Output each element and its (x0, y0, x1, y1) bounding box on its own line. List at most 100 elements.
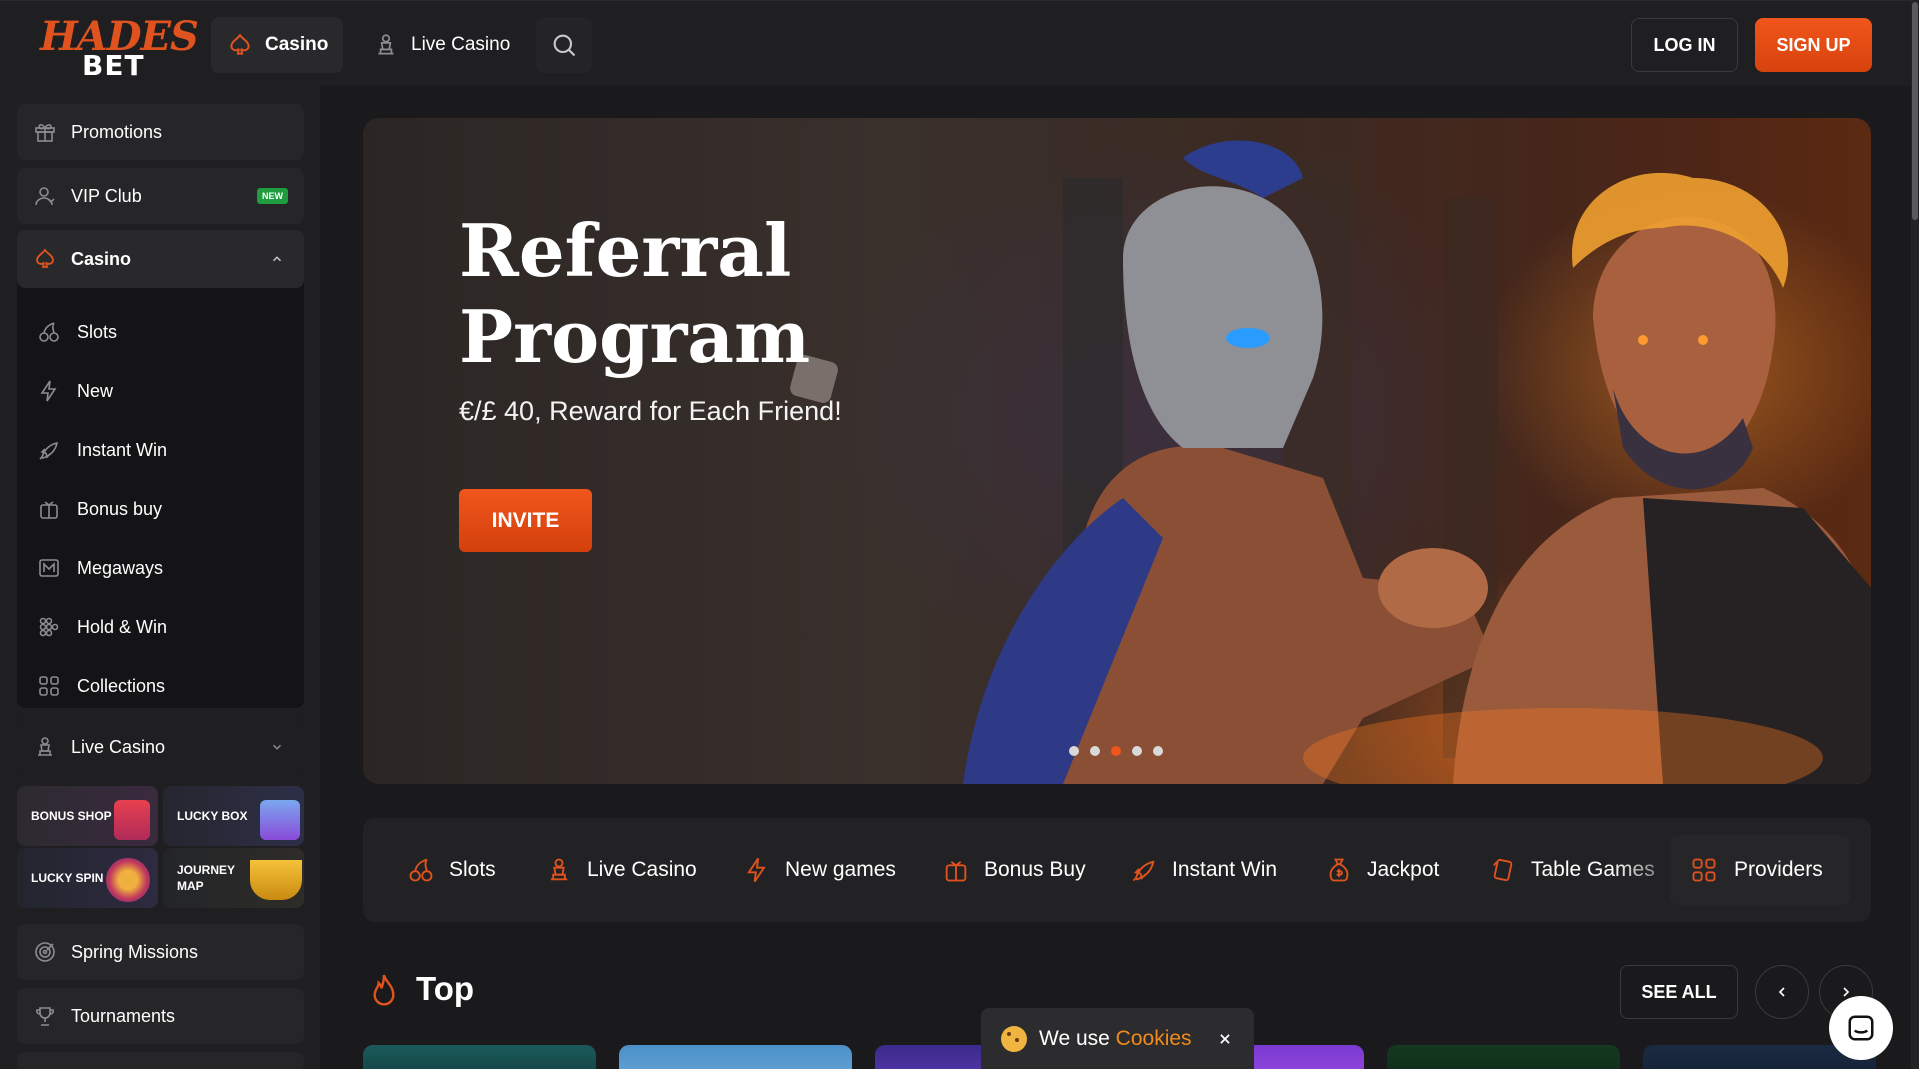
shopping-bag-icon (114, 800, 150, 840)
page-scrollbar-thumb[interactable] (1912, 2, 1918, 220)
carousel-dot[interactable] (1132, 746, 1142, 756)
search-button[interactable] (536, 17, 592, 73)
carousel-dot[interactable] (1090, 746, 1100, 756)
category-bonus-buy[interactable]: Bonus Buy (942, 818, 1086, 922)
rocket-icon (37, 438, 61, 462)
sidebar-item-label: New (77, 380, 114, 401)
journey-map-tile[interactable]: JOURNEY MAP (163, 848, 304, 908)
chat-icon (1846, 1013, 1876, 1043)
category-jackpot[interactable]: Jackpot (1325, 818, 1439, 922)
sidebar-item-label: Instant Win (77, 439, 168, 460)
cookie-link[interactable]: Cookies (1116, 1027, 1192, 1050)
sidebar-item-label: Slots (77, 321, 118, 342)
hero-banner[interactable]: Referral Program €/£ 40, Reward for Each… (363, 118, 1871, 784)
game-card[interactable] (363, 1045, 596, 1069)
carousel-dot[interactable] (1069, 746, 1079, 756)
search-icon (550, 31, 578, 59)
invite-button[interactable]: INVITE (459, 489, 592, 552)
carousel-prev-button[interactable] (1755, 965, 1809, 1019)
gift-icon (942, 856, 970, 884)
hadesbet-logo[interactable]: HADES BET (40, 13, 199, 82)
nav-casino[interactable]: Casino (211, 17, 343, 73)
sidebar-item-label: Hold & Win (77, 616, 168, 637)
spade-icon (227, 32, 253, 58)
carousel-dots (1069, 746, 1163, 756)
flame-icon (368, 972, 400, 1010)
cookie-chip (1007, 1031, 1011, 1036)
hero-title: Referral Program (459, 208, 811, 379)
category-instant-win[interactable]: Instant Win (1130, 818, 1277, 922)
nav-casino-label: Casino (265, 34, 329, 55)
game-card[interactable] (619, 1045, 852, 1069)
category-new-games[interactable]: New games (743, 818, 896, 922)
category-label: Slots (449, 858, 496, 881)
signup-button[interactable]: SIGN UP (1755, 18, 1872, 72)
sidebar-item-bonus-buy[interactable]: Bonus buy (37, 487, 162, 531)
sidebar-item-label: VIP Club (71, 185, 142, 206)
sidebar-item-label: Live Casino (71, 736, 166, 757)
sidebar-item-live-casino[interactable]: Live Casino (17, 719, 304, 775)
sidebar-item-megaways[interactable]: Megaways (37, 546, 163, 590)
megaways-icon (37, 556, 61, 580)
spade-icon (33, 247, 57, 271)
lightning-icon (743, 856, 771, 884)
cherries-icon (407, 856, 435, 884)
chevron-left-icon (1774, 984, 1790, 1000)
sidebar-item-label: Promotions (71, 121, 163, 142)
rocket-icon (1130, 856, 1158, 884)
sidebar-item-tournaments[interactable]: Tournaments (17, 988, 304, 1044)
user-icon (33, 184, 57, 208)
dealer-icon (373, 32, 399, 58)
category-live-casino[interactable]: Live Casino (545, 818, 697, 922)
nav-live-casino[interactable]: Live Casino (357, 17, 527, 73)
gift-icon (33, 120, 57, 144)
category-label: Jackpot (1367, 858, 1440, 881)
chevron-up-icon (270, 252, 284, 266)
category-label: Bonus Buy (984, 858, 1086, 881)
cookie-banner: We use Cookies (981, 1008, 1254, 1069)
category-label: Instant Win (1172, 858, 1278, 881)
sidebar-item-instant-win[interactable]: Instant Win (37, 428, 167, 472)
login-button[interactable]: LOG IN (1631, 18, 1738, 72)
nav-live-casino-label: Live Casino (411, 34, 511, 55)
close-icon[interactable] (1218, 1032, 1232, 1046)
sidebar-item-new[interactable]: New (37, 369, 113, 413)
category-label: New games (785, 858, 896, 881)
sidebar-item-label: Collections (77, 675, 166, 696)
logo-text-bottom: BET (82, 49, 145, 82)
providers-button[interactable]: Providers (1670, 835, 1850, 905)
category-bar: Slots Live Casino New games Bonus Buy In… (363, 818, 1871, 922)
gift-box-icon (37, 497, 61, 521)
sidebar-item-label: Spring Missions (71, 941, 199, 962)
chat-button[interactable] (1829, 996, 1893, 1060)
sidebar-item-partial[interactable] (17, 1052, 304, 1069)
see-all-button[interactable]: SEE ALL (1620, 965, 1738, 1019)
sidebar-item-label: Bonus buy (77, 498, 163, 519)
hero-subtitle: €/£ 40, Reward for Each Friend! (459, 396, 842, 426)
lucky-box-tile[interactable]: LUCKY BOX (163, 786, 304, 846)
category-slots[interactable]: Slots (407, 818, 496, 922)
sidebar-item-promotions[interactable]: Promotions (17, 104, 304, 160)
sidebar-item-label: Casino (71, 248, 132, 269)
lightning-icon (37, 379, 61, 403)
carousel-dot[interactable] (1153, 746, 1163, 756)
grid-icon (1690, 856, 1718, 884)
bonus-shop-tile[interactable]: BONUS SHOP (17, 786, 158, 846)
sidebar-item-casino[interactable]: Casino (17, 230, 304, 288)
section-title-top: Top (416, 970, 475, 1007)
game-card[interactable] (1387, 1045, 1620, 1069)
cookie-text: We use Cookies (1039, 1027, 1192, 1051)
sidebar-item-collections[interactable]: Collections (37, 664, 165, 708)
category-label: Live Casino (587, 858, 697, 881)
sidebar-item-vip-club[interactable]: VIP Club NEW (17, 168, 304, 224)
cookie-chip (1015, 1037, 1019, 1042)
money-bag-icon (1325, 856, 1353, 884)
sidebar-item-hold-and-win[interactable]: Hold & Win (37, 605, 167, 649)
lucky-spin-tile[interactable]: LUCKY SPIN (17, 848, 158, 908)
carousel-dot-active[interactable] (1111, 746, 1121, 756)
sidebar-casino-group: Casino Slots New Instant Win Bonus buy M… (17, 230, 304, 708)
top-header: HADES BET Casino Live Casino LOG IN SIGN… (0, 0, 1919, 86)
dealer-icon (545, 856, 573, 884)
sidebar-item-spring-missions[interactable]: Spring Missions (17, 924, 304, 980)
sidebar-item-slots[interactable]: Slots (37, 310, 117, 354)
